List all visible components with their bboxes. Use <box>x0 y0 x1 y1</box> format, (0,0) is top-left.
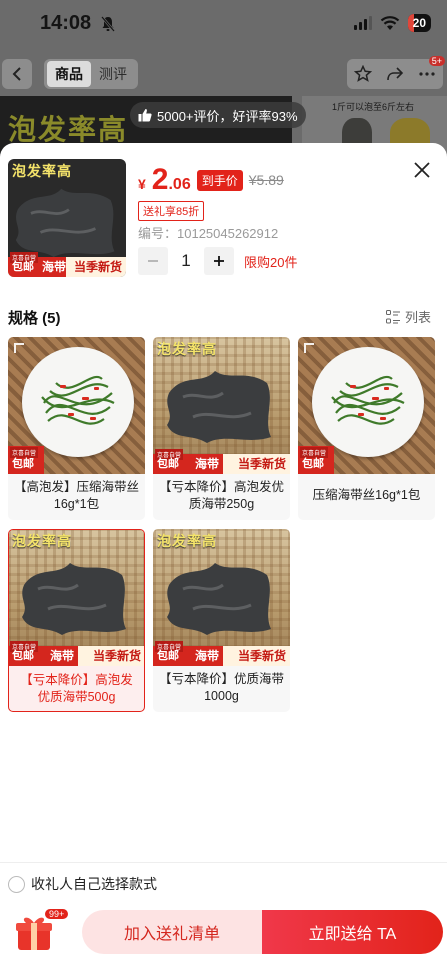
final-price-tag: 到手价 <box>196 169 243 191</box>
minus-icon <box>148 260 158 262</box>
signal-icon <box>353 16 372 30</box>
sku-sheet: 泡发率高 京喜自营 包邮 海带 当季新货 ¥ 2 .06 到手价 ¥5.89 送… <box>0 143 447 955</box>
list-label: 列表 <box>404 310 431 325</box>
radio-button[interactable] <box>8 875 25 893</box>
price-integer: 2 <box>151 163 169 196</box>
bell-muted-icon <box>100 15 115 32</box>
sku-number: 编号：10125045262912 <box>138 226 279 241</box>
status-icons: 20 <box>353 14 431 32</box>
free-shipping-label: 包邮 <box>12 261 34 273</box>
chevron-left-icon <box>12 67 21 81</box>
kelp-label: 海带 <box>42 260 67 274</box>
reviews-pill[interactable]: 5000+评价，好评率93% <box>130 102 306 128</box>
share-icon[interactable] <box>386 65 404 83</box>
more-icon[interactable] <box>418 65 436 83</box>
back-button[interactable] <box>2 59 32 89</box>
spec-label: 【高泡发】压缩海带丝16g*1包 <box>14 480 140 511</box>
price-symbol: ¥ <box>138 176 146 192</box>
list-view-toggle[interactable]: 列表 <box>385 307 431 326</box>
hero-side-text: 1斤可以泡至6斤左右 <box>332 102 415 112</box>
recipient-choose-option[interactable]: 收礼人自己选择款式 <box>8 874 157 894</box>
spec-label: 【亏本降价】高泡发优质海带500g <box>20 673 133 704</box>
expand-icon <box>14 343 24 353</box>
purchase-limit: 限购20件 <box>244 254 298 270</box>
quantity-stepper: 1 限购20件 <box>138 247 297 275</box>
quantity-value[interactable]: 1 <box>178 251 194 271</box>
price-decimal: .06 <box>168 176 191 193</box>
reviews-text: 5000+评价，好评率93% <box>157 108 298 124</box>
spec-option-selected[interactable]: 泡发率高 京喜自营 包邮 海带 当季新货 【亏本降价】高泡发优质海带500g <box>8 529 145 712</box>
salad-image: 京喜自营 包邮 <box>298 337 435 474</box>
status-bar: 14:08 20 <box>0 0 447 48</box>
thumb-title: 泡发率高 <box>12 163 72 179</box>
spec-label: 【亏本降价】优质海带1000g <box>159 672 285 703</box>
nav-bar: 商品 测评 5+ <box>0 56 447 92</box>
spec-label: 压缩海带丝16g*1包 <box>312 488 421 502</box>
divider <box>0 862 447 863</box>
increase-quantity-button[interactable] <box>204 247 234 275</box>
add-to-gift-list-button[interactable]: 加入送礼清单 <box>82 910 262 954</box>
salad-image: 京喜自营 包邮 <box>8 337 145 474</box>
spec-header: 规格 (5) <box>8 310 61 327</box>
spec-label: 【亏本降价】高泡发优质海带250g <box>159 480 285 511</box>
wifi-icon <box>380 16 399 30</box>
product-tabs: 商品 测评 <box>44 59 138 89</box>
kelp-image <box>15 188 115 258</box>
star-icon[interactable] <box>354 65 372 83</box>
original-price: ¥5.89 <box>248 172 284 188</box>
expand-icon <box>304 343 314 353</box>
spec-option[interactable]: 泡发率高 京喜自营 包邮 海带 当季新货 【亏本降价】优质海带1000g <box>153 529 290 712</box>
recipient-choose-label: 收礼人自己选择款式 <box>31 876 157 892</box>
spec-option[interactable]: 京喜自营 包邮 压缩海带丝16g*1包 <box>298 337 435 520</box>
close-icon[interactable] <box>413 161 431 179</box>
tab-review[interactable]: 测评 <box>91 61 135 87</box>
battery-icon: 20 <box>407 14 431 32</box>
spec-option[interactable]: 京喜自营 包邮 【高泡发】压缩海带丝16g*1包 <box>8 337 145 520</box>
tab-product[interactable]: 商品 <box>47 61 91 87</box>
decrease-quantity-button[interactable] <box>138 247 168 275</box>
kelp-image: 泡发率高 京喜自营 包邮 海带 当季新货 <box>153 529 290 666</box>
thumbs-up-icon <box>138 109 152 122</box>
plus-icon <box>214 256 224 266</box>
gift-list-badge: 99+ <box>44 908 70 920</box>
product-thumbnail[interactable]: 泡发率高 京喜自营 包邮 海带 当季新货 <box>8 159 126 277</box>
nav-actions: 5+ <box>347 56 445 89</box>
backdrop-page: 14:08 20 商品 测评 5+ 泡发率高 1斤可以泡至6斤左右 5000+评… <box>0 0 447 160</box>
fresh-label: 当季新货 <box>73 260 122 274</box>
send-gift-button[interactable]: 立即送给 TA <box>262 910 443 954</box>
list-icon <box>385 309 400 323</box>
spec-option[interactable]: 泡发率高 京喜自营 包邮 海带 当季新货 【亏本降价】高泡发优质海带250g <box>153 337 290 520</box>
kelp-image: 泡发率高 京喜自营 包邮 海带 当季新货 <box>153 337 290 474</box>
more-badge: 5+ <box>428 56 445 66</box>
hero-title: 泡发率高 <box>8 114 129 145</box>
status-time: 14:08 <box>40 12 115 35</box>
gift-discount-badge: 送礼享85折 <box>138 201 205 221</box>
kelp-image: 泡发率高 京喜自营 包邮 海带 当季新货 <box>9 530 144 666</box>
price-row: ¥ 2 .06 到手价 ¥5.89 <box>138 165 284 195</box>
